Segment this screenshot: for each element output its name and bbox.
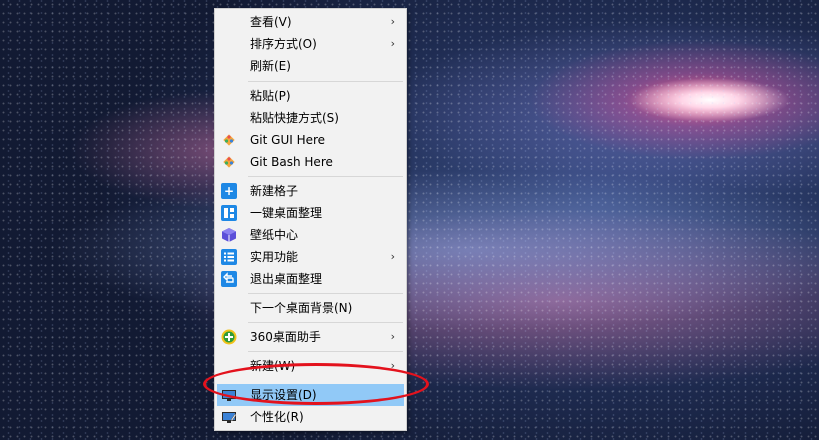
menu-item-next-background[interactable]: 下一个桌面背景(N) (217, 297, 404, 319)
menu-item-one-click-organize[interactable]: 一键桌面整理 (217, 202, 404, 224)
menu-item-sort-by[interactable]: 排序方式(O) › (217, 33, 404, 55)
submenu-arrow-icon: › (390, 15, 395, 28)
submenu-arrow-icon: › (390, 330, 395, 343)
menu-item-label: Git GUI Here (250, 133, 326, 147)
menu-separator (248, 176, 403, 177)
menu-item-label: 360桌面助手 (250, 330, 321, 344)
layout-grid-icon (221, 205, 237, 221)
menu-item-label: 粘贴(P) (250, 89, 291, 103)
menu-item-git-bash[interactable]: Git Bash Here (217, 151, 404, 173)
menu-item-label: 个性化(R) (250, 410, 304, 424)
menu-item-label: 排序方式(O) (250, 37, 317, 51)
git-icon (221, 132, 237, 148)
menu-item-paste[interactable]: 粘贴(P) (217, 85, 404, 107)
menu-item-label: Git Bash Here (250, 155, 333, 169)
red-circle-annotation (203, 363, 429, 405)
plus-box-icon: + (221, 183, 237, 199)
menu-item-label: 壁纸中心 (250, 228, 299, 242)
exit-arrow-icon (221, 271, 237, 287)
menu-separator (248, 351, 403, 352)
submenu-arrow-icon: › (390, 37, 395, 50)
menu-item-label: 一键桌面整理 (250, 206, 323, 220)
menu-item-label: 下一个桌面背景(N) (250, 301, 353, 315)
menu-separator (248, 322, 403, 323)
menu-item-label: 新建格子 (250, 184, 299, 198)
menu-item-label: 实用功能 (250, 250, 299, 264)
menu-item-label: 退出桌面整理 (250, 272, 323, 286)
menu-item-view[interactable]: 查看(V) › (217, 11, 404, 33)
360-icon (221, 329, 237, 345)
menu-item-label: 刷新(E) (250, 59, 291, 73)
git-icon (221, 154, 237, 170)
personalize-icon (221, 409, 237, 425)
menu-item-utilities[interactable]: 实用功能 › (217, 246, 404, 268)
menu-item-git-gui[interactable]: Git GUI Here (217, 129, 404, 151)
submenu-arrow-icon: › (390, 250, 395, 263)
menu-item-label: 粘贴快捷方式(S) (250, 111, 339, 125)
menu-separator (248, 81, 403, 82)
cube-icon (221, 227, 237, 243)
list-icon (221, 249, 237, 265)
menu-item-exit-organize[interactable]: 退出桌面整理 (217, 268, 404, 290)
menu-item-paste-shortcut[interactable]: 粘贴快捷方式(S) (217, 107, 404, 129)
menu-item-new-fence[interactable]: + 新建格子 (217, 180, 404, 202)
menu-separator (248, 293, 403, 294)
menu-item-label: 查看(V) (250, 15, 292, 29)
menu-item-refresh[interactable]: 刷新(E) (217, 55, 404, 77)
menu-item-personalize[interactable]: 个性化(R) (217, 406, 404, 428)
menu-item-360-assistant[interactable]: 360桌面助手 › (217, 326, 404, 348)
menu-item-wallpaper-center[interactable]: 壁纸中心 (217, 224, 404, 246)
